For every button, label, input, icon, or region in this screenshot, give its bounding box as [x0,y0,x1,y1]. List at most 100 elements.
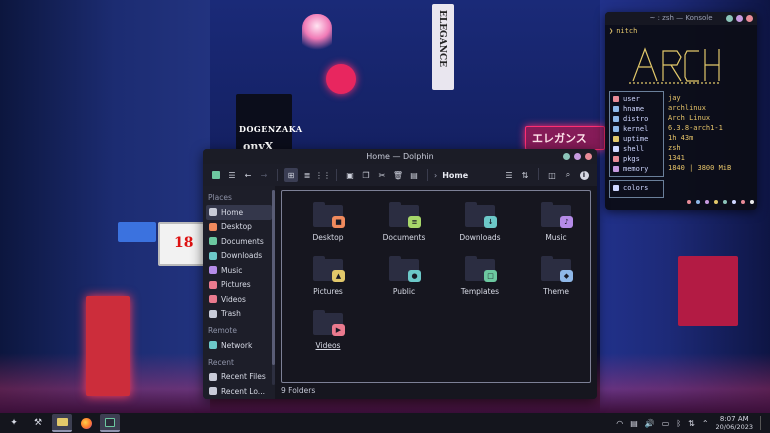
folder-label: Documents [382,233,426,242]
documents-folder-icon: ≡ [389,201,421,228]
home-button[interactable] [209,168,223,182]
konsole-task-button[interactable] [100,414,120,432]
bluetooth-tray-icon[interactable]: ᛒ [676,419,681,428]
dolphin-close-button[interactable] [585,153,592,160]
konsole-minimize-button[interactable] [726,15,733,22]
toolbar-separator [427,169,428,181]
hamburger-icon: ☰ [228,170,236,180]
sidebar-item-label: Music [221,265,243,275]
back-button[interactable]: ← [241,168,255,182]
sidebar-item-downloads[interactable]: Downloads [206,249,272,264]
info-icon: i [579,170,589,180]
clipboard-tray-icon[interactable]: ▤ [630,419,638,428]
folder-badge: ■ [332,216,345,228]
dolphin-minimize-button[interactable] [563,153,570,160]
folder-badge: ◆ [560,270,573,282]
battery-tray-icon[interactable]: ▭ [662,419,670,428]
wifi-tray-icon[interactable]: ◠ [616,419,623,428]
compact-view-button[interactable]: ≣ [300,168,314,182]
nitch-key-memory: memory [623,165,649,173]
color-swatch [687,200,691,204]
forward-button[interactable]: → [257,168,271,182]
info-button[interactable]: i [577,168,591,182]
launcher-icon: ✦ [10,418,18,428]
desktop-icon [209,222,217,231]
dolphin-maximize-button[interactable] [574,153,581,160]
folder-item[interactable]: ♪ Music [518,197,594,251]
sidebar-item-music[interactable]: Music [206,263,272,278]
sidebar-item-documents[interactable]: Documents [206,234,272,249]
terminal-button[interactable]: ▤ [407,168,421,182]
dolphin-task-button[interactable] [52,414,72,432]
recent-locations-icon [209,387,217,396]
tool-button[interactable]: ⚒ [28,414,48,432]
folder-item[interactable]: ● Public [366,251,442,305]
folder-item[interactable]: ▶ Videos [290,305,366,359]
konsole-maximize-button[interactable] [736,15,743,22]
clock-date: 20/06/2023 [715,423,753,431]
search-button[interactable]: ⌕ [561,168,575,182]
folder-item[interactable]: ↓ Downloads [442,197,518,251]
app-launcher-button[interactable]: ✦ [4,414,24,432]
sidebar-item-videos[interactable]: Videos [206,292,272,307]
folder-item[interactable]: ≡ Documents [366,197,442,251]
volume-tray-icon[interactable]: 🔊 [645,419,655,428]
sort-icon: ⇅ [521,170,529,180]
pictures-icon [209,280,217,289]
konsole-window-controls [726,15,753,22]
konsole-terminal[interactable]: ❯ nitch user hname distro kernel uptime shell p… [605,25,757,204]
split-view-button[interactable]: ◫ [545,168,559,182]
kernel-icon [613,126,619,132]
show-desktop-button[interactable] [760,416,764,430]
hamburger-icon: ☰ [505,170,513,180]
clock[interactable]: 8:07 AM 20/06/2023 [716,415,753,431]
wallpaper-sign-round [326,64,356,94]
konsole-titlebar[interactable]: ~ : zsh — Konsole [605,12,757,25]
breadcrumb-home[interactable]: Home [442,171,468,180]
public-folder-icon: ● [389,255,421,282]
wallpaper-text-dogenzaka: DOGENZAKA [239,124,303,134]
sidebar-item-home[interactable]: Home [206,205,272,220]
new-folder-button[interactable]: ▣ [343,168,357,182]
nitch-key-row: distro [613,114,660,124]
nitch-key-row: hname [613,104,660,114]
wallpaper-lamp [302,14,332,54]
folder-item[interactable]: □ Templates [442,251,518,305]
dolphin-titlebar[interactable]: Home — Dolphin [203,149,597,164]
sidebar-item-pictures[interactable]: Pictures [206,278,272,293]
nitch-key-user: user [623,95,640,103]
sidebar-item-desktop[interactable]: Desktop [206,220,272,235]
cut-button[interactable]: ✂ [375,168,389,182]
arrow-left-icon: ← [244,170,252,180]
taskbar: ✦ ⚒ ◠ ▤ 🔊 ▭ ᛒ ⇅ ⌃ 8:07 AM 20/06/2023 [0,413,770,433]
folder-badge: ● [408,270,421,282]
folder-label: Theme [543,287,569,296]
folder-item[interactable]: ■ Desktop [290,197,366,251]
icons-view-button[interactable]: ⊞ [284,168,298,182]
color-swatch [705,200,709,204]
konsole-close-button[interactable] [746,15,753,22]
sidebar-item-network[interactable]: Network [206,338,272,353]
folder-item[interactable]: ◆ Theme [518,251,594,305]
firefox-task-button[interactable] [76,414,96,432]
folder-badge: □ [484,270,497,282]
sort-button[interactable]: ⇅ [518,168,532,182]
folder-label: Downloads [459,233,501,242]
menu-button[interactable]: ☰ [225,168,239,182]
view-options-button[interactable]: ☰ [502,168,516,182]
sidebar-item-trash[interactable]: Trash [206,307,272,322]
delete-button[interactable]: 🗑 [391,168,405,182]
color-swatch [732,200,736,204]
file-view[interactable]: ■ Desktop ≡ Documents ↓ Downloads ♪ Music ▲ Pictu… [275,186,597,399]
details-view-button[interactable]: ⋮⋮ [315,168,331,182]
network-tray-icon[interactable]: ⇅ [688,419,695,428]
sidebar-item-recent-files[interactable]: Recent Files [206,370,272,385]
copy-button[interactable]: ❐ [359,168,373,182]
folder-item[interactable]: ▲ Pictures [290,251,366,305]
expand-tray-icon[interactable]: ⌃ [702,419,709,428]
scissors-icon: ✂ [378,170,386,180]
konsole-window[interactable]: ~ : zsh — Konsole ❯ nitch user hname distro… [605,12,757,210]
sidebar-item-recent-lo[interactable]: Recent Lo... [206,384,272,399]
nitch-keys-box: user hname distro kernel uptime shell pkgs memo… [609,91,664,177]
dolphin-window[interactable]: Home — Dolphin ☰ ← → ⊞ ≣ ⋮⋮ ▣ ❐ ✂ 🗑 ▤ › … [203,149,597,399]
